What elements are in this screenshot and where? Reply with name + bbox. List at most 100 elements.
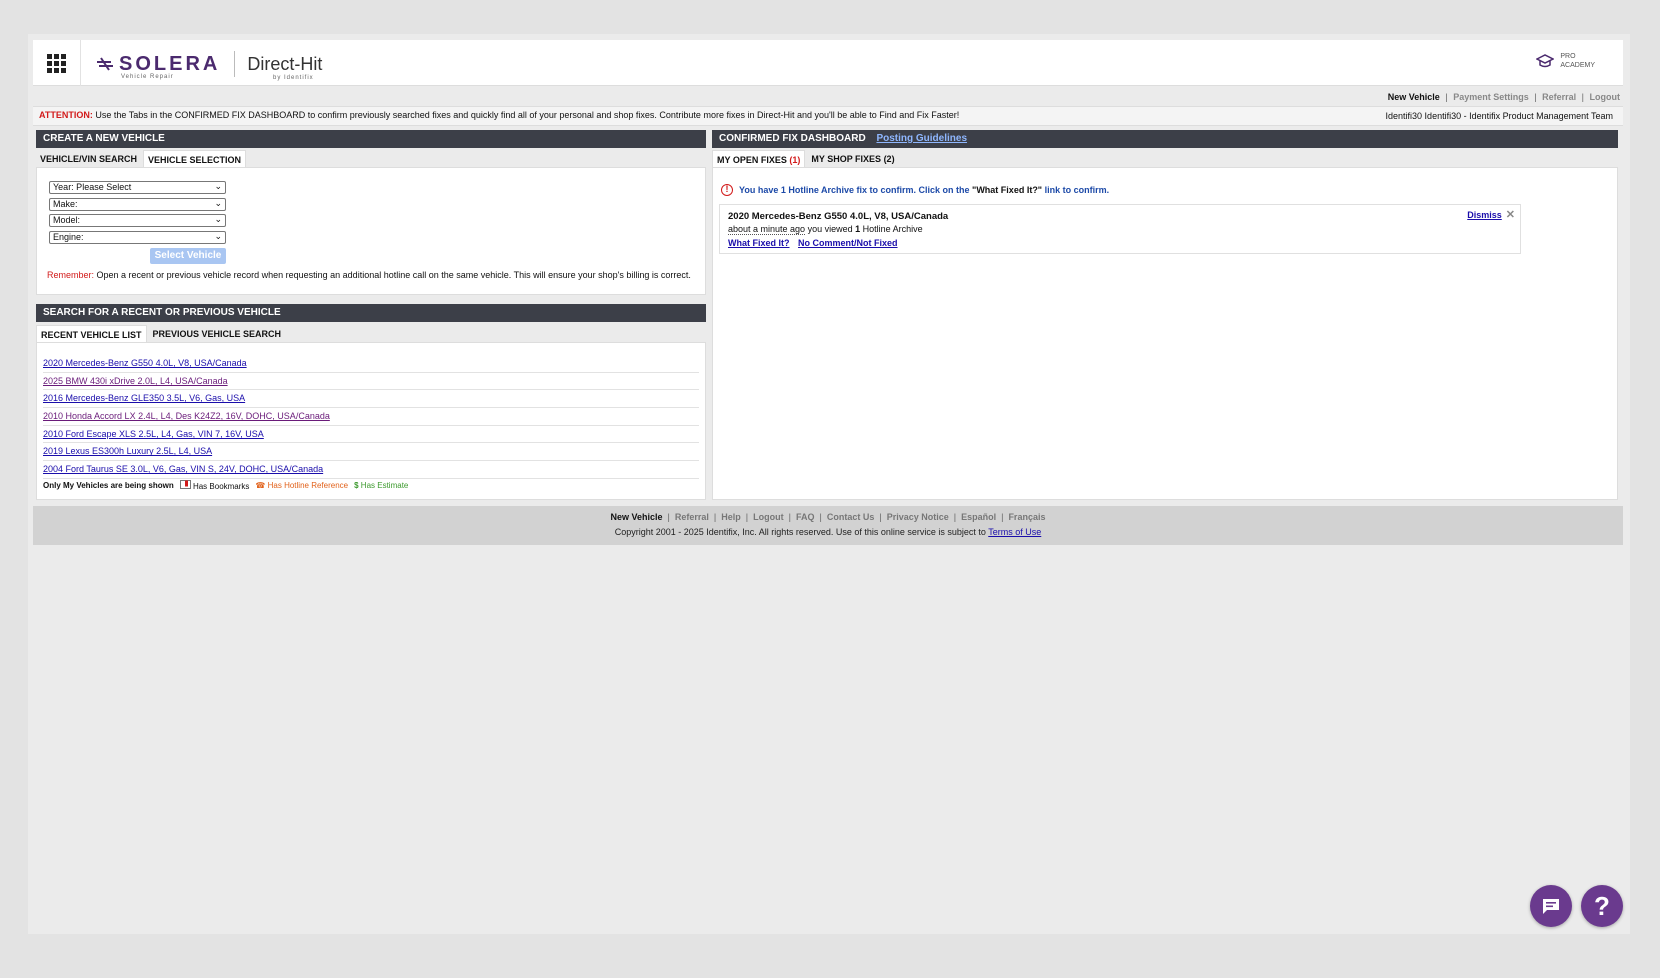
tab-my-shop-fixes[interactable]: MY SHOP FIXES (2) [807, 150, 899, 168]
create-vehicle-header: CREATE A NEW VEHICLE [36, 130, 706, 148]
footer-help[interactable]: Help [721, 512, 741, 522]
nav-new-vehicle[interactable]: New Vehicle [1388, 92, 1440, 102]
select-vehicle-button[interactable]: Select Vehicle [150, 248, 226, 264]
tab-vehicle-vin-search[interactable]: VEHICLE/VIN SEARCH [36, 150, 142, 168]
dashboard-header: CONFIRMED FIX DASHBOARD Posting Guidelin… [712, 130, 1618, 148]
tab-vehicle-selection[interactable]: VEHICLE SELECTION [143, 150, 247, 168]
chevron-down-icon: ⌄ [214, 198, 222, 208]
footer-faq[interactable]: FAQ [796, 512, 815, 522]
open-fix-card: 2020 Mercedes-Benz G550 4.0L, V8, USA/Ca… [719, 204, 1521, 254]
confirm-alert: ! You have 1 Hotline Archive fix to conf… [721, 184, 1109, 196]
legend-estimate-label: Has Estimate [360, 481, 409, 490]
copyright-text: Copyright 2001 - 2025 Identifix, Inc. Al… [614, 527, 989, 537]
phone-icon: ☎ [255, 481, 266, 490]
footer-separator: | [953, 512, 957, 522]
footer-privacy-notice[interactable]: Privacy Notice [887, 512, 949, 522]
logo[interactable]: SOLERA Vehicle Repair Direct-Hit by Iden… [95, 49, 322, 81]
nav-payment-settings[interactable]: Payment Settings [1453, 92, 1529, 102]
attention-label: ATTENTION: [39, 110, 93, 120]
close-icon[interactable]: ✕ [1506, 208, 1515, 221]
create-vehicle-title: CREATE A NEW VEHICLE [43, 133, 165, 144]
vehicle-link[interactable]: 2016 Mercedes-Benz GLE350 3.5L, V6, Gas,… [43, 393, 245, 403]
chevron-down-icon: ⌄ [214, 181, 222, 191]
help-icon: ? [1594, 890, 1610, 921]
vehicle-link[interactable]: 2025 BMW 430i xDrive 2.0L, L4, USA/Canad… [43, 376, 228, 386]
header: SOLERA Vehicle Repair Direct-Hit by Iden… [33, 40, 1623, 86]
graduation-cap-icon [1536, 54, 1555, 68]
list-item: 2010 Ford Escape XLS 2.5L, L4, Gas, VIN … [43, 426, 699, 444]
recent-vehicle-list: 2020 Mercedes-Benz G550 4.0L, V8, USA/Ca… [43, 355, 699, 479]
legend-hotline-label: Has Hotline Reference [267, 481, 349, 490]
help-button[interactable]: ? [1581, 885, 1623, 927]
search-vehicle-header: SEARCH FOR A RECENT OR PREVIOUS VEHICLE [36, 304, 706, 322]
vehicle-link[interactable]: 2020 Mercedes-Benz G550 4.0L, V8, USA/Ca… [43, 358, 247, 368]
chevron-down-icon: ⌄ [214, 231, 222, 241]
legend-only-mine: Only My Vehicles are being shown [43, 481, 174, 490]
footer-separator: | [1001, 512, 1004, 522]
alert-text-pre: You have 1 Hotline Archive fix to confir… [739, 185, 973, 195]
footer-espanol[interactable]: Español [961, 512, 996, 522]
user-info: Identifi30 Identifi30 - Identifix Produc… [1385, 111, 1613, 121]
posting-guidelines-link[interactable]: Posting Guidelines [876, 133, 967, 144]
make-select[interactable]: Make: ⌄ [49, 198, 226, 211]
footer-separator: | [745, 512, 749, 522]
footer-contact-us[interactable]: Contact Us [827, 512, 875, 522]
footer-separator: | [667, 512, 670, 522]
engine-select[interactable]: Engine: ⌄ [49, 231, 226, 244]
year-select-value: Year: Please Select [53, 182, 132, 192]
logo-divider [234, 51, 236, 77]
vehicle-link[interactable]: 2004 Ford Taurus SE 3.0L, V6, Gas, VIN S… [43, 464, 323, 474]
list-item: 2019 Lexus ES300h Luxury 2.5L, L4, USA [43, 443, 699, 462]
product-subtitle: by Identifix [273, 75, 314, 81]
attention-bar: ATTENTION: Use the Tabs in the CONFIRMED… [33, 106, 1623, 126]
vehicle-link[interactable]: 2019 Lexus ES300h Luxury 2.5L, L4, USA [43, 446, 212, 456]
list-item: 2025 BMW 430i xDrive 2.0L, L4, USA/Canad… [43, 373, 699, 391]
app-launcher-button[interactable] [33, 40, 81, 86]
list-item: 2016 Mercedes-Benz GLE350 3.5L, V6, Gas,… [43, 390, 699, 409]
legend-bookmarks-label: Has Bookmarks [192, 482, 250, 491]
pro-academy-line2: ACADEMY [1560, 62, 1595, 69]
app-frame: SOLERA Vehicle Repair Direct-Hit by Iden… [28, 34, 1630, 934]
no-comment-link[interactable]: No Comment/Not Fixed [798, 238, 898, 248]
alert-link-text: "What Fixed It?" [972, 185, 1043, 195]
recent-vehicle-panel: 2020 Mercedes-Benz G550 4.0L, V8, USA/Ca… [36, 342, 706, 500]
legend-estimate: $ Has Estimate [354, 481, 408, 490]
nav-separator: | [1581, 92, 1584, 102]
remember-label: Remember: [47, 270, 95, 280]
footer-separator: | [879, 512, 882, 522]
attention-message: Use the Tabs in the CONFIRMED FIX DASHBO… [95, 110, 960, 120]
footer-referral[interactable]: Referral [675, 512, 709, 522]
pro-academy-link[interactable]: PRO ACADEMY [1536, 52, 1595, 70]
fix-viewed: you viewed [805, 224, 856, 234]
footer-new-vehicle[interactable]: New Vehicle [611, 512, 663, 522]
legend-bookmarks: Has Bookmarks [179, 480, 250, 491]
dismiss-control: Dismiss ✕ [1467, 208, 1515, 221]
what-fixed-it-link[interactable]: What Fixed It? [728, 238, 790, 248]
dashboard-panel: ! You have 1 Hotline Archive fix to conf… [712, 167, 1618, 500]
nav-referral[interactable]: Referral [1542, 92, 1576, 102]
footer-logout[interactable]: Logout [753, 512, 784, 522]
model-select-value: Model: [53, 215, 81, 225]
tab-my-open-fixes[interactable]: MY OPEN FIXES (1) [712, 150, 806, 168]
chat-button[interactable] [1530, 885, 1572, 927]
remember-text: Open a recent or previous vehicle record… [96, 270, 691, 280]
vehicle-link[interactable]: 2010 Ford Escape XLS 2.5L, L4, Gas, VIN … [43, 429, 264, 439]
year-select[interactable]: Year: Please Select ⌄ [49, 181, 226, 194]
model-select[interactable]: Model: ⌄ [49, 214, 226, 227]
tab-recent-vehicle-list[interactable]: RECENT VEHICLE LIST [36, 325, 147, 343]
vehicle-link[interactable]: 2010 Honda Accord LX 2.4L, L4, Des K24Z2… [43, 411, 330, 421]
brand-subtitle: Vehicle Repair [121, 74, 174, 80]
dashboard-title: CONFIRMED FIX DASHBOARD [719, 133, 866, 144]
tab-open-count: (1) [789, 155, 801, 165]
search-vehicle-title: SEARCH FOR A RECENT OR PREVIOUS VEHICLE [43, 307, 281, 318]
footer-francais[interactable]: Français [1008, 512, 1045, 522]
tab-previous-vehicle-search[interactable]: PREVIOUS VEHICLE SEARCH [148, 325, 286, 343]
dismiss-link[interactable]: Dismiss [1467, 210, 1502, 220]
copyright: Copyright 2001 - 2025 Identifix, Inc. Al… [33, 527, 1623, 537]
nav-logout[interactable]: Logout [1590, 92, 1621, 102]
app-grid-icon [47, 53, 66, 73]
list-item: 2010 Honda Accord LX 2.4L, L4, Des K24Z2… [43, 408, 699, 426]
terms-of-use-link[interactable]: Terms of Use [988, 527, 1041, 537]
engine-select-value: Engine: [53, 232, 84, 242]
nav-separator: | [1534, 92, 1537, 102]
